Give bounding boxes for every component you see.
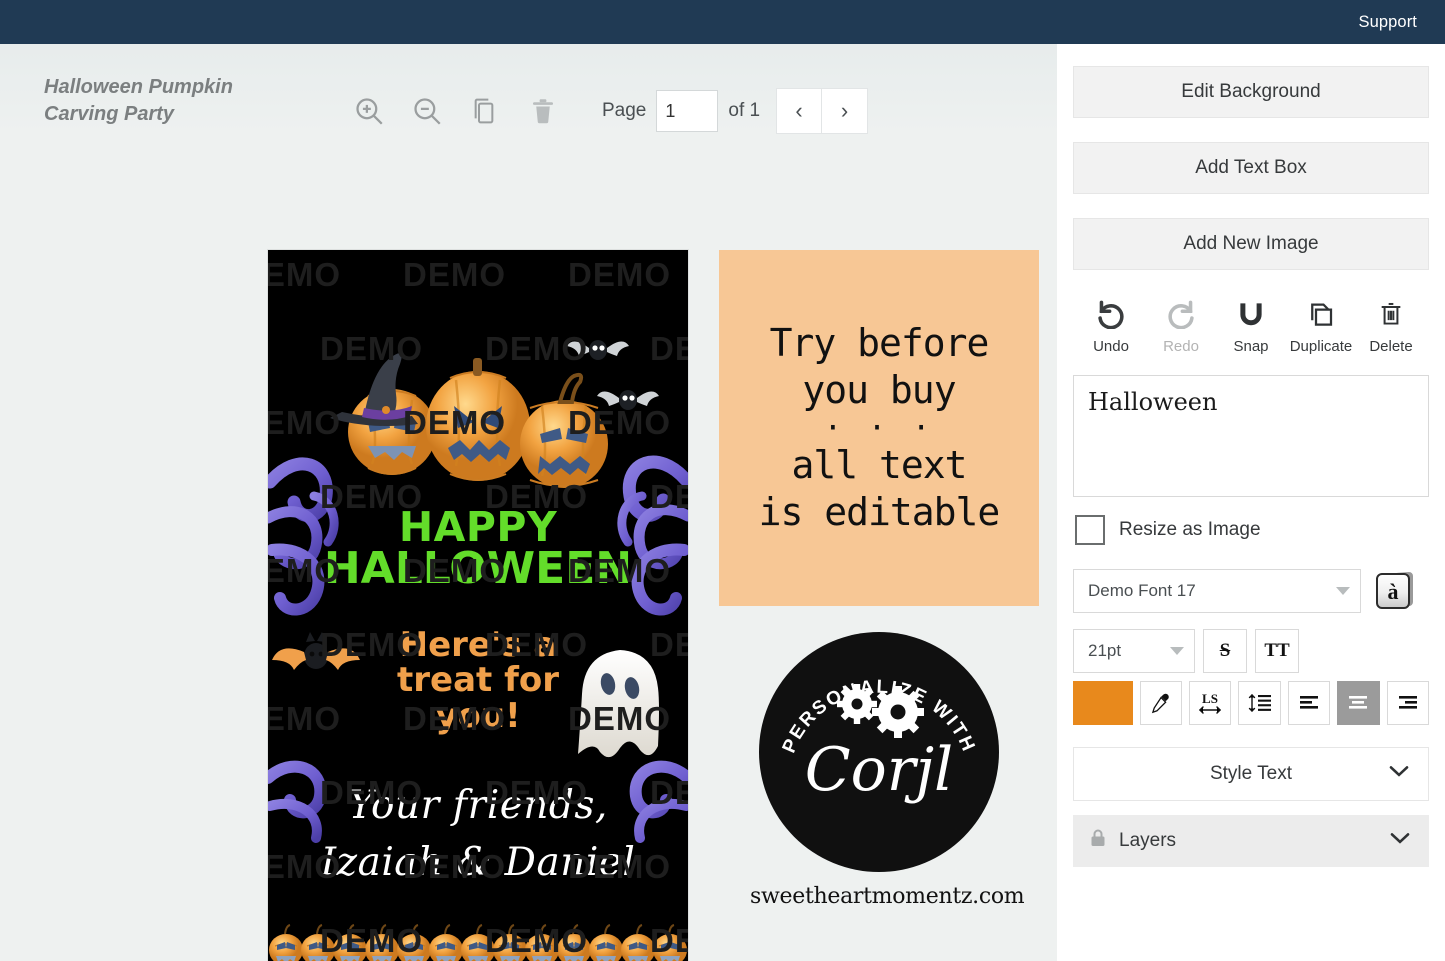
page-number-input[interactable] bbox=[656, 90, 718, 132]
layers-section[interactable]: Layers bbox=[1073, 815, 1429, 867]
undo-icon bbox=[1094, 294, 1128, 334]
resize-as-image-row: Resize as Image bbox=[1073, 515, 1429, 545]
canvas-work-area: Halloween Pumpkin Carving Party bbox=[0, 44, 1057, 961]
chevron-down-icon bbox=[1170, 647, 1184, 655]
resize-as-image-checkbox[interactable] bbox=[1075, 515, 1105, 545]
delete-button[interactable]: Delete bbox=[1357, 294, 1425, 355]
promo-line-2: you buy bbox=[802, 367, 955, 415]
svg-text:LS: LS bbox=[1202, 691, 1218, 706]
card-message-line1: Here's a bbox=[318, 628, 638, 663]
redo-button[interactable]: Redo bbox=[1147, 294, 1215, 355]
prev-page-button[interactable]: ‹ bbox=[776, 88, 822, 134]
align-center-icon bbox=[1346, 692, 1370, 714]
right-sidebar: Edit Background Add Text Box Add New Ima… bbox=[1057, 44, 1445, 961]
card-signature[interactable]: Your friends, Izaiah & Daniel bbox=[276, 778, 680, 891]
support-link[interactable]: Support bbox=[1359, 13, 1418, 32]
special-characters-button[interactable]: à bbox=[1371, 565, 1419, 617]
edit-background-button[interactable]: Edit Background bbox=[1073, 66, 1429, 118]
style-text-label: Style Text bbox=[1210, 763, 1292, 785]
corjl-domain-text: sweetheartmomentz.com bbox=[750, 884, 1008, 909]
font-size-row: 21pt S TT bbox=[1073, 629, 1429, 673]
page-label: Page bbox=[602, 100, 646, 122]
promo-line-1: Try before bbox=[770, 320, 989, 368]
font-family-select[interactable]: Demo Font 17 bbox=[1073, 569, 1361, 613]
top-bar: Support bbox=[0, 0, 1445, 44]
pumpkin-border-strip bbox=[268, 918, 688, 961]
add-new-image-button[interactable]: Add New Image bbox=[1073, 218, 1429, 270]
svg-text:à: à bbox=[1388, 579, 1399, 604]
eyedropper-icon bbox=[1149, 691, 1173, 715]
next-page-button[interactable]: › bbox=[822, 88, 868, 134]
card-signature-line2: Izaiah & Daniel bbox=[276, 835, 680, 892]
duplicate-button[interactable]: Duplicate bbox=[1287, 294, 1355, 355]
align-left-icon bbox=[1297, 692, 1321, 714]
eyedropper-button[interactable] bbox=[1140, 681, 1182, 725]
snap-button[interactable]: Snap bbox=[1217, 294, 1285, 355]
font-family-row: Demo Font 17 à bbox=[1073, 565, 1429, 617]
caps-button[interactable]: TT bbox=[1255, 629, 1299, 673]
align-right-icon bbox=[1396, 692, 1420, 714]
delete-label: Delete bbox=[1369, 338, 1412, 355]
action-icon-row: Undo Redo Snap bbox=[1073, 294, 1429, 355]
accent-character-icon: à bbox=[1373, 568, 1417, 614]
zoom-in-icon[interactable] bbox=[340, 82, 398, 140]
layers-label: Layers bbox=[1119, 830, 1176, 852]
letter-spacing-button[interactable]: LS bbox=[1189, 681, 1231, 725]
promo-line-3: all text bbox=[791, 442, 966, 490]
undo-label: Undo bbox=[1093, 338, 1129, 355]
corjl-logo: PERSONALIZE WITH bbox=[759, 632, 999, 872]
trash-icon bbox=[1377, 294, 1405, 334]
card-message-line2: treat for bbox=[318, 663, 638, 698]
magnet-icon bbox=[1236, 294, 1266, 334]
chevron-down-icon bbox=[1336, 587, 1350, 595]
redo-label: Redo bbox=[1163, 338, 1199, 355]
undo-button[interactable]: Undo bbox=[1077, 294, 1145, 355]
text-content-editor[interactable]: Halloween bbox=[1073, 375, 1429, 497]
line-height-icon bbox=[1246, 690, 1274, 716]
redo-icon bbox=[1164, 294, 1198, 334]
font-size-select[interactable]: 21pt bbox=[1073, 629, 1195, 673]
design-canvas-card[interactable]: HAPPY HALLOWEEN Here's a treat for you! … bbox=[268, 250, 688, 961]
corjl-badge-area: PERSONALIZE WITH bbox=[750, 632, 1008, 909]
snap-label: Snap bbox=[1233, 338, 1268, 355]
chevron-down-icon bbox=[1389, 829, 1411, 851]
align-center-button[interactable] bbox=[1337, 681, 1379, 725]
align-right-button[interactable] bbox=[1387, 681, 1429, 725]
align-left-button[interactable] bbox=[1288, 681, 1330, 725]
text-color-swatch[interactable] bbox=[1073, 681, 1133, 725]
card-message[interactable]: Here's a treat for you! bbox=[318, 628, 638, 734]
promo-line-4: is editable bbox=[759, 489, 1000, 537]
card-heading-line2: HALLOWEEN bbox=[268, 548, 688, 591]
font-size-value: 21pt bbox=[1088, 641, 1121, 661]
lock-glyph bbox=[1089, 828, 1107, 848]
canvas-toolbar: Page of 1 ‹ › bbox=[340, 82, 868, 140]
delete-page-icon[interactable] bbox=[514, 82, 572, 140]
pumpkin-row-svg bbox=[268, 918, 688, 961]
card-message-line3: you! bbox=[318, 699, 638, 734]
page-total-label: of 1 bbox=[728, 100, 760, 122]
zoom-out-icon[interactable] bbox=[398, 82, 456, 140]
strikethrough-button[interactable]: S bbox=[1203, 629, 1247, 673]
card-signature-line1: Your friends, bbox=[276, 778, 680, 835]
page-navigation: Page of 1 ‹ › bbox=[602, 88, 868, 134]
line-height-button[interactable] bbox=[1238, 681, 1280, 725]
duplicate-icon bbox=[1305, 294, 1337, 334]
letter-spacing-icon: LS bbox=[1196, 690, 1224, 716]
document-title: Halloween Pumpkin Carving Party bbox=[44, 74, 304, 128]
add-text-box-button[interactable]: Add Text Box bbox=[1073, 142, 1429, 194]
duplicate-label: Duplicate bbox=[1290, 338, 1353, 355]
chevron-down-icon bbox=[1388, 762, 1410, 784]
corjl-brand-text: Corjl bbox=[759, 740, 999, 800]
resize-as-image-label: Resize as Image bbox=[1119, 519, 1261, 541]
card-heading[interactable]: HAPPY HALLOWEEN bbox=[268, 508, 688, 590]
style-text-section[interactable]: Style Text bbox=[1073, 747, 1429, 801]
lock-icon bbox=[1089, 828, 1107, 854]
promo-panel: Try before you buy · · · all text is edi… bbox=[719, 250, 1039, 606]
card-heading-line1: HAPPY bbox=[268, 508, 688, 548]
font-family-value: Demo Font 17 bbox=[1088, 581, 1196, 601]
duplicate-page-icon[interactable] bbox=[456, 82, 514, 140]
promo-dots: · · · bbox=[824, 415, 934, 442]
formatting-row: LS bbox=[1073, 681, 1429, 725]
